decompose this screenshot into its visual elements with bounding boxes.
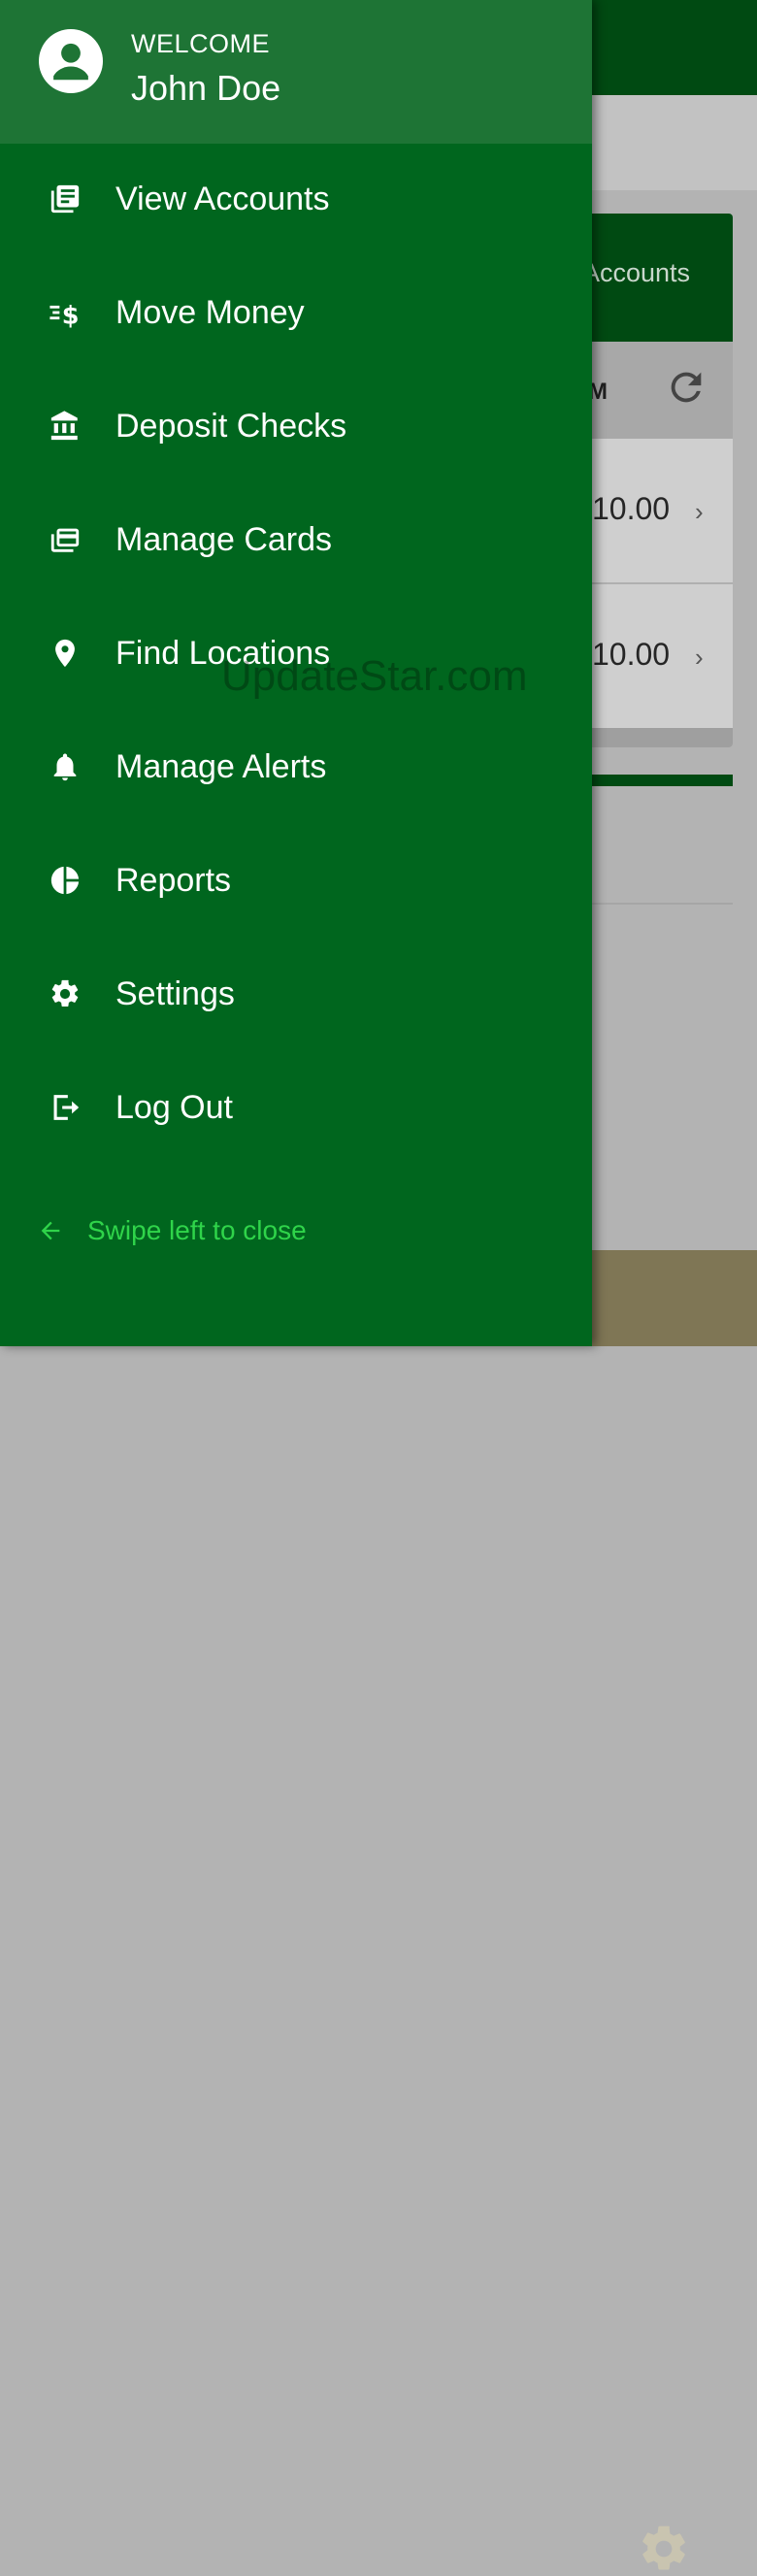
account-balance: 10.00 [592,491,671,526]
menu-item-label: Settings [115,975,235,1012]
arrow-left-icon [41,1221,60,1240]
swipe-hint-text: Swipe left to close [87,1215,307,1245]
menu-item-label: Reports [115,862,232,899]
bank-icon [49,410,82,443]
menu-item-find-locations[interactable]: Find Locations [0,598,592,711]
accounts-icon [49,182,82,215]
menu-item-manage-cards[interactable]: Manage Cards [0,484,592,598]
account-balance: 10.00 [592,637,671,672]
location-pin-icon [49,637,82,670]
menu-item-label: Log Out [115,1089,233,1126]
menu-item-deposit-checks[interactable]: Deposit Checks [0,371,592,484]
refresh-icon[interactable] [664,365,708,410]
menu-item-label: Manage Alerts [115,748,327,785]
menu-item-manage-alerts[interactable]: Manage Alerts [0,711,592,825]
welcome-label: WELCOME [131,29,271,58]
menu-item-move-money[interactable]: $ Move Money [0,257,592,371]
gear-icon [49,977,82,1010]
pie-chart-icon [49,864,82,897]
drawer-header: WELCOME John Doe [0,0,592,144]
menu-item-label: Deposit Checks [115,408,347,445]
menu-item-label: View Accounts [115,181,330,217]
menu-item-log-out[interactable]: Log Out [0,1052,592,1166]
cards-icon [49,523,82,556]
gear-icon[interactable] [637,2522,691,2576]
svg-text:$: $ [62,301,80,329]
chevron-right-icon: › [695,497,704,526]
transfer-money-icon: $ [49,296,82,329]
menu-item-label: Move Money [115,294,305,331]
avatar-icon [39,29,103,93]
menu-item-label: Find Locations [115,635,331,672]
logout-icon [49,1091,82,1124]
navigation-drawer: WELCOME John Doe View Accounts $ Move Mo… [0,0,592,1346]
menu-item-settings[interactable]: Settings [0,939,592,1052]
drawer-menu: View Accounts $ Move Money Deposit Check… [0,144,592,1166]
user-name: John Doe [131,68,281,108]
swipe-hint: Swipe left to close [37,1215,307,1246]
menu-item-reports[interactable]: Reports [0,825,592,939]
menu-item-label: Manage Cards [115,521,333,558]
menu-item-view-accounts[interactable]: View Accounts [0,144,592,257]
bell-icon [49,750,82,783]
accounts-card-title: Accounts [582,258,691,287]
chevron-right-icon: › [695,643,704,672]
